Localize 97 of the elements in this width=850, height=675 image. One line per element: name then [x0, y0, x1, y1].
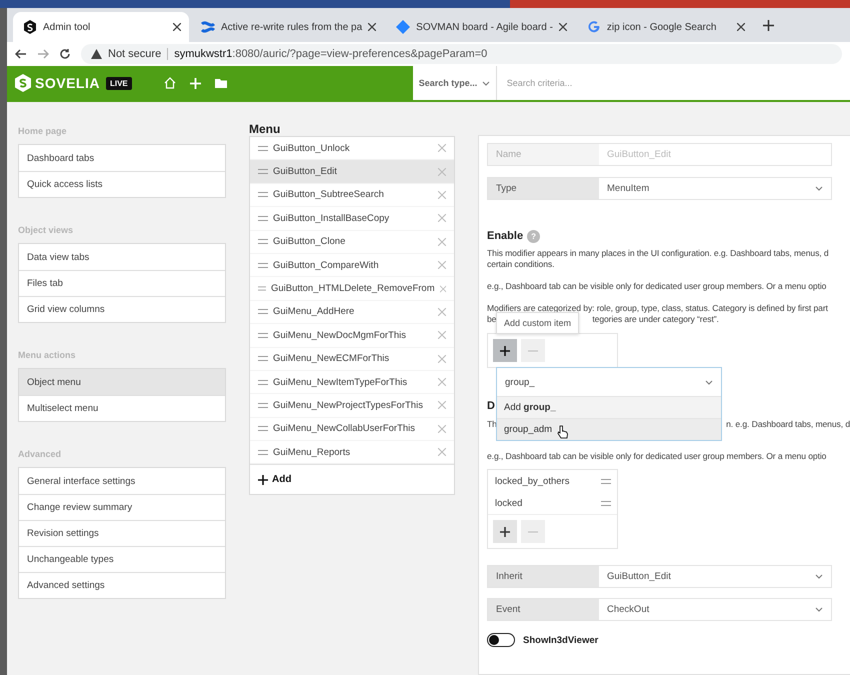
close-icon[interactable] [558, 23, 567, 31]
back-arrow-icon[interactable] [15, 48, 27, 60]
reload-icon[interactable] [59, 48, 71, 60]
chevron-down-icon [815, 186, 823, 191]
menu-item[interactable]: GuiButton_Edit [250, 160, 454, 184]
drag-handle-icon[interactable] [258, 146, 268, 151]
drag-handle-icon[interactable] [258, 426, 268, 432]
close-icon[interactable] [173, 23, 181, 31]
browser-tab[interactable]: Admin tool [13, 12, 189, 42]
add-item-button[interactable] [493, 339, 517, 362]
toggle-switch[interactable] [487, 633, 515, 647]
add-item-button[interactable] [493, 520, 517, 543]
minus-icon [528, 530, 538, 532]
plus-icon[interactable] [762, 20, 774, 31]
sidebar-item[interactable]: Files tab [19, 270, 225, 296]
drag-handle-icon[interactable] [258, 239, 268, 244]
drag-handle-icon[interactable] [258, 332, 268, 338]
drag-handle-icon[interactable] [258, 356, 268, 362]
drag-handle-icon[interactable] [258, 380, 268, 385]
drag-handle-icon[interactable] [258, 216, 268, 221]
description-text: be [487, 314, 496, 325]
toggle-label: ShowIn3dViewer [523, 634, 598, 646]
tooltip: Add custom item [496, 312, 580, 334]
section-heading: D [487, 400, 495, 412]
hexagon-logo-icon [15, 74, 31, 92]
chevron-down-icon [705, 380, 713, 384]
folder-icon[interactable] [214, 78, 227, 88]
sidebar-item[interactable]: General interface settings [19, 468, 225, 494]
browser-tab[interactable]: SOVMAN board - Agile board - [386, 12, 575, 42]
menu-item[interactable]: GuiMenu_AddHere [250, 300, 454, 324]
menu-item[interactable]: GuiMenu_NewCollabUserForThis [250, 418, 454, 442]
dropdown-option[interactable]: group_adm [497, 418, 721, 440]
sidebar-item[interactable]: Object menu [19, 369, 225, 395]
browser-tab[interactable]: zip icon - Google Search [576, 12, 753, 42]
type-select[interactable]: Type MenuItem [487, 177, 832, 200]
sidebar-item[interactable]: Multiselect menu [19, 395, 225, 421]
chevron-down-icon [482, 80, 490, 86]
security-label: Not secure [108, 48, 162, 60]
group-select[interactable]: group_ [497, 368, 721, 396]
drag-handle-icon[interactable] [258, 192, 268, 198]
section-heading: Enable [487, 230, 524, 242]
forward-arrow-icon[interactable] [37, 48, 49, 60]
plus-icon [500, 526, 510, 536]
home-icon[interactable] [164, 77, 176, 89]
search-type-select[interactable]: Search type... [412, 66, 497, 100]
sidebar-item[interactable]: Unchangeable types [19, 546, 225, 572]
section-title: Advanced [18, 449, 62, 459]
close-icon[interactable] [368, 23, 376, 31]
plus-icon [258, 474, 268, 485]
drag-handle-icon[interactable] [258, 450, 268, 455]
section-title: Home page [18, 126, 68, 136]
url-text: symukwstr1:8080/auric/?page=view-preferences&pageParam=0 [174, 48, 488, 60]
logo-text: SOVELIA [35, 75, 100, 91]
g-logo-icon [586, 20, 601, 34]
sidebar-item[interactable]: Grid view columns [19, 296, 225, 322]
condition-item[interactable]: locked [488, 492, 617, 514]
event-select[interactable]: Event CheckOut [487, 598, 832, 621]
drag-handle-icon[interactable] [601, 500, 611, 506]
sidebar-item[interactable]: Change review summary [19, 494, 225, 520]
diamond-logo-icon [396, 20, 410, 34]
browser-tab[interactable]: Active re-write rules from the pa [191, 12, 384, 42]
description-text: tegories are under category “rest”. [592, 314, 719, 325]
close-icon[interactable] [736, 23, 745, 31]
section-title: Object views [18, 225, 74, 235]
description-text: This modifier appears in many places in the UI configuration. e.g. Dashboard tabs, menus, d [487, 248, 830, 259]
menu-title: Menu [249, 122, 282, 135]
drag-handle-icon[interactable] [601, 478, 611, 484]
sidebar-item[interactable]: Data view tabs [19, 244, 225, 270]
warning-icon [91, 49, 102, 59]
description-text: e.g., Dashboard tab can be visible only for dedicated user group members. Or a menu optio [487, 281, 828, 292]
plus-icon [500, 346, 510, 356]
search-field[interactable]: Search criteria... [496, 66, 850, 100]
sidebar-item[interactable]: Quick access lists [19, 171, 225, 197]
condition-item[interactable]: locked_by_others [488, 470, 617, 492]
drag-handle-icon[interactable] [258, 286, 266, 292]
description-text: Modifiers are categorized by: role, group, type, class, status. Category is defined by first part [487, 303, 829, 314]
drag-handle-icon[interactable] [258, 402, 268, 408]
section-title: Menu actions [18, 350, 77, 360]
address-bar[interactable]: Not secure symukwstr1:8080/auric/?page=view-preferences&pageParam=0 [81, 44, 842, 64]
chevron-down-icon [815, 607, 823, 612]
minus-icon [528, 350, 538, 352]
drag-handle-icon[interactable] [258, 309, 268, 314]
live-badge: LIVE [106, 76, 132, 90]
description-text: n. e.g. Dashboard tabs, menus, d [726, 419, 850, 430]
sidebar-item[interactable]: Dashboard tabs [19, 145, 225, 171]
drag-handle-icon[interactable] [258, 262, 268, 268]
hexagon-logo-icon [23, 20, 37, 34]
chevron-down-icon [815, 574, 823, 579]
dropdown-option[interactable]: Add group_ [497, 396, 721, 418]
drag-handle-icon[interactable] [258, 169, 268, 174]
inherit-select[interactable]: Inherit GuiButton_Edit [487, 565, 832, 588]
description-text: e.g., Dashboard tab can be visible only for dedicated user group members. Or a menu optio [487, 451, 828, 462]
menu-item[interactable]: GuiButton_Clone [250, 230, 454, 254]
sidebar-item[interactable]: Revision settings [19, 520, 225, 546]
description-text: certain conditions. [487, 259, 556, 270]
menu-item[interactable]: GuiMenu_NewECMForThis [250, 348, 454, 371]
sidebar-item[interactable]: Advanced settings [19, 572, 225, 598]
